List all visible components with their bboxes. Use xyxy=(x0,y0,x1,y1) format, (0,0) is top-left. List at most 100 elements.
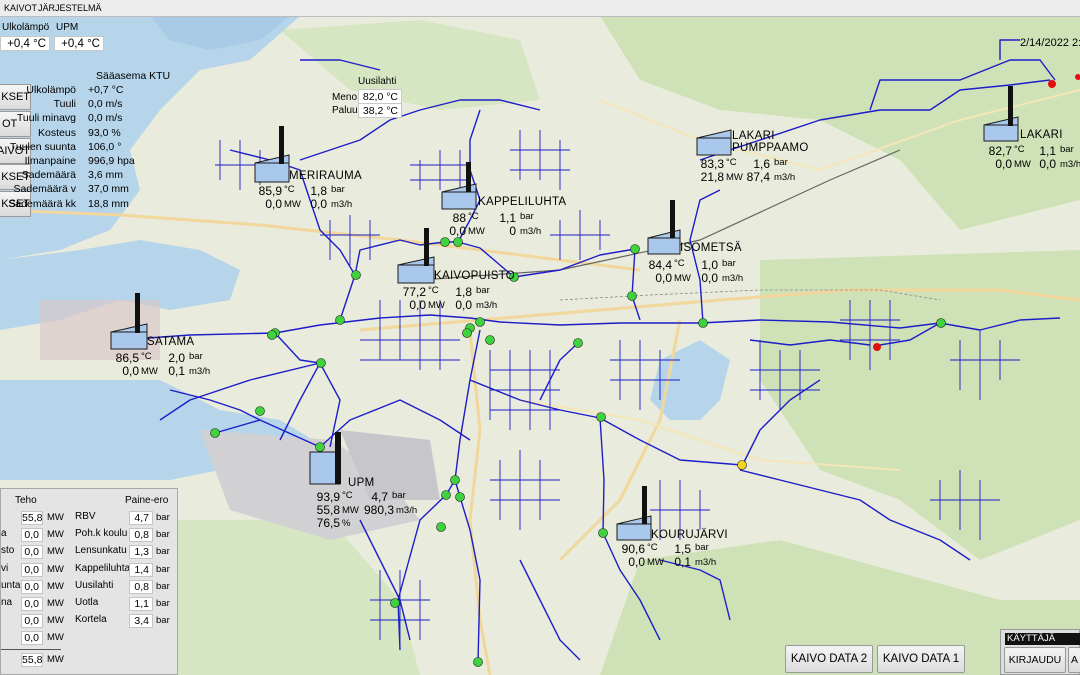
kaivopuisto-name: KAIVOPUISTO xyxy=(434,270,516,282)
teho-row-value: 0,0 xyxy=(21,597,43,611)
lakari-name: LAKARI xyxy=(1020,129,1063,141)
teho-row-unit: MW xyxy=(47,615,64,627)
upm-mw-value: 55,8 xyxy=(316,503,340,517)
upm-pct-unit: % xyxy=(342,518,351,529)
kappeliluhta-temp-unit: °C xyxy=(468,211,479,222)
isometsa-name: ISOMETSÄ xyxy=(680,242,742,254)
paine-row-value: 4,7 xyxy=(129,511,153,525)
teho-row-value: 0,0 xyxy=(21,614,43,629)
upm-bar-unit: bar xyxy=(392,490,406,501)
kourujarvi-temp-unit: °C xyxy=(647,542,658,553)
teho-row-value: 55,8 xyxy=(21,511,43,525)
kaivopuisto-flow-value: 0,0 xyxy=(455,298,472,312)
paine-row-value: 0,8 xyxy=(129,579,153,594)
isometsa-temp-unit: °C xyxy=(674,258,685,269)
teho-row-value: 0,0 xyxy=(21,579,43,594)
teho-row-value: 0,0 xyxy=(21,545,43,560)
upm-pct-value: 76,5 xyxy=(316,516,340,530)
kappeliluhta-mw-unit: MW xyxy=(468,226,485,237)
lakari-temp-unit: °C xyxy=(1014,144,1025,155)
kaivopuisto-flow-unit: m3/h xyxy=(476,300,498,311)
kaivo-data-2-button[interactable]: KAIVO DATA 2 xyxy=(785,645,873,673)
weather-value: 37,0 mm xyxy=(88,183,129,196)
paine-row-value: 3,4 xyxy=(129,614,153,629)
teho-row-unit: MW xyxy=(47,598,64,609)
upm-bar-value: 4,7 xyxy=(371,490,388,504)
merirauma-flow-value: 0,0 xyxy=(310,197,327,211)
paluu-value: 38,2 °C xyxy=(358,103,402,118)
paine-row-label: Uusilahti xyxy=(75,579,114,591)
kaivo-data-1-button[interactable]: KAIVO DATA 1 xyxy=(877,645,965,673)
paine-row-unit: bar xyxy=(156,512,170,523)
teho-row-unit: MW xyxy=(47,654,64,665)
teho-row-unit: MW xyxy=(47,632,64,644)
isometsa-flow-value: 0,0 xyxy=(701,271,718,285)
weather-label: Kosteus xyxy=(38,126,76,139)
upm-temp-value: +0,4 °C xyxy=(54,36,104,51)
weather-label: Tuuli xyxy=(53,98,76,111)
satama-bar-unit: bar xyxy=(189,351,203,362)
weather-label: Sademäärä kk xyxy=(8,197,76,210)
paine-row-label: RBV xyxy=(75,511,96,522)
kaivopuisto-temp-unit: °C xyxy=(428,285,439,296)
paine-row-label: Kappeliluhta xyxy=(75,562,131,574)
kirjaudu-button[interactable]: KIRJAUDU xyxy=(1004,647,1066,673)
lakari_pump-mw-value: 21,8 xyxy=(700,170,724,184)
kappeliluhta-flow-unit: m3/h xyxy=(520,226,542,237)
isometsa-temp-value: 84,4 xyxy=(648,258,672,272)
merirauma-flow-unit: m3/h xyxy=(331,199,353,210)
weather-value: 18,8 mm xyxy=(88,197,129,210)
weather-label: Ulkolämpö xyxy=(26,84,76,96)
lakari-pump-name2: PUMPPAAMO xyxy=(732,142,809,154)
teho-row-label: na xyxy=(1,597,13,608)
weather-value: 93,0 % xyxy=(88,126,121,139)
teho-row-unit: MW xyxy=(47,529,64,541)
upm-label: UPM xyxy=(56,22,79,33)
weather-value: 0,0 m/s xyxy=(88,98,123,111)
weather-value: 106,0 ° xyxy=(88,140,122,153)
lakari_pump-bar-unit: bar xyxy=(774,157,788,168)
kourujarvi-bar-unit: bar xyxy=(695,542,709,553)
teho-header: Teho xyxy=(15,495,37,506)
satama-mw-unit: MW xyxy=(141,366,158,377)
teho-row-value: 55,8 xyxy=(21,653,43,667)
merirauma-mw-value: 0,0 xyxy=(265,197,282,211)
weather-value: 3,6 mm xyxy=(88,169,124,182)
paine-row-label: Uotla xyxy=(75,597,99,608)
satama-name: SATAMA xyxy=(147,336,195,348)
meno-label: Meno xyxy=(332,92,358,103)
kourujarvi-temp-value: 90,6 xyxy=(621,542,645,556)
meno-value: 82,0 °C xyxy=(358,89,402,104)
a-button[interactable]: A xyxy=(1068,647,1080,673)
upm-temp-value: 93,9 xyxy=(316,490,340,504)
paine-row-value: 1,3 xyxy=(129,545,153,560)
upm-flow-unit: m3/h xyxy=(396,505,418,516)
paine-row-label: Poh.k koulu xyxy=(75,528,128,540)
menu-item-kaivot[interactable]: KAIVOT xyxy=(4,3,37,13)
lakari_pump-flow-value: 87,4 xyxy=(746,170,770,184)
teho-row-value: 0,0 xyxy=(21,631,43,646)
alarm-node xyxy=(873,343,881,351)
isometsa-bar-unit: bar xyxy=(722,258,736,269)
weather-title: Sääasema KTU xyxy=(96,70,171,82)
kourujarvi-name: KOURUJÄRVI xyxy=(651,529,728,541)
kaivopuisto-mw-value: 0,0 xyxy=(409,298,426,312)
lakari-bar-value: 1,1 xyxy=(1039,144,1056,158)
lakari-mw-value: 0,0 xyxy=(995,157,1012,171)
lakari_pump-mw-unit: MW xyxy=(726,172,743,183)
weather-label: Sademäärä xyxy=(21,169,76,182)
kappeliluhta-flow-value: 0 xyxy=(509,224,516,238)
kaivopuisto-bar-value: 1,8 xyxy=(455,285,472,299)
paine-row-label: Lensunkatu xyxy=(75,545,127,557)
lakari-pump-name1: LAKARI xyxy=(732,130,775,142)
paine-row-unit: bar xyxy=(156,563,170,575)
merirauma-name: MERIRAUMA xyxy=(289,170,362,182)
lakari-mw-unit: MW xyxy=(1014,159,1031,170)
upm-flow-value: 980,3 xyxy=(363,503,394,517)
menu-item-jarjestelma[interactable]: JÄRJESTELMÄ xyxy=(38,3,102,13)
isometsa-mw-unit: MW xyxy=(674,273,691,284)
lakari_pump-flow-unit: m3/h xyxy=(774,172,796,183)
merirauma-temp-unit: °C xyxy=(284,184,295,195)
kappeliluhta-temp-value: 88 xyxy=(452,211,466,225)
paine-row-unit: bar xyxy=(156,580,170,592)
